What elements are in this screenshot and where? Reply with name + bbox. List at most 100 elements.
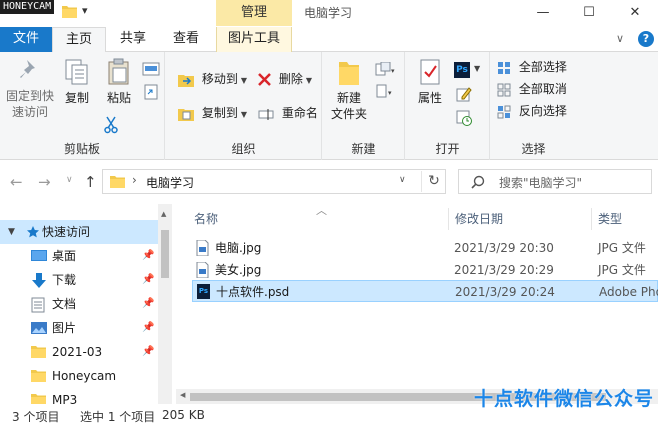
rename-button[interactable]: 重命名 (258, 102, 318, 124)
select-none-label: 全部取消 (518, 82, 567, 96)
search-box[interactable]: 搜索"电脑学习" (458, 169, 652, 194)
close-button[interactable]: ✕ (612, 0, 658, 26)
folder-icon (31, 370, 46, 382)
tab-share[interactable]: 共享 (108, 27, 158, 52)
select-none-icon (497, 83, 511, 96)
address-bar[interactable]: › 电脑学习 ∨ ↻ (102, 169, 446, 194)
nav-label-pictures: 图片 (52, 321, 77, 335)
status-selected-count: 选中 1 个项目 (80, 410, 156, 424)
honeycam-badge: HONEYCAM (0, 0, 55, 14)
nav-item-honeycam[interactable]: Honeycam (0, 364, 158, 388)
column-divider[interactable] (448, 208, 449, 230)
sort-ascending-icon: ︿ (316, 204, 327, 217)
download-icon (32, 273, 46, 288)
rename-label: 重命名 (281, 106, 318, 120)
file-row[interactable]: 美女.jpg 2021/3/29 20:29 JPG 文件 (192, 259, 658, 281)
nav-item-pictures[interactable]: 图片 📌 (0, 316, 158, 340)
quick-access-folder-icon[interactable] (62, 5, 77, 18)
jpg-file-icon (196, 262, 209, 278)
navpane-scrollbar[interactable]: ▲ (158, 204, 172, 404)
copy-button[interactable]: 复制 (58, 58, 96, 106)
nav-item-2021-03[interactable]: 2021-03 📌 (0, 340, 158, 364)
group-label-organize: 组织 (231, 142, 256, 156)
nav-label-quick-access: 快速访问 (42, 225, 91, 239)
photoshop-open-icon[interactable]: Ps (454, 62, 470, 78)
group-label-clipboard: 剪贴板 (63, 142, 100, 156)
edit-icon[interactable] (456, 86, 472, 102)
easy-access-icon[interactable]: ▾ (375, 84, 395, 98)
minimize-button[interactable]: — (520, 0, 566, 26)
pin-quick-access-button[interactable]: 固定到快 速访问 (4, 58, 56, 120)
tab-picture-tools[interactable]: 图片工具 (216, 27, 292, 52)
expand-chevron-icon[interactable]: ▼ (8, 220, 15, 244)
tab-file[interactable]: 文件 (0, 27, 52, 52)
properties-button[interactable]: 属性 (412, 58, 448, 106)
invert-selection-button[interactable]: 反向选择 (497, 100, 567, 122)
ribbon-collapse-icon[interactable]: ∨ (616, 32, 624, 45)
copy-path-icon[interactable] (142, 62, 160, 76)
column-divider[interactable] (591, 208, 592, 230)
pinned-icon: 📌 (142, 346, 155, 357)
navigation-pane: ▼ 快速访问 桌面 📌 下载 📌 文档 📌 图片 📌 2021-03 📌 Hon… (0, 204, 172, 404)
new-item-icon[interactable]: ▾ (375, 62, 395, 76)
new-folder-button[interactable]: 新建 文件夹 (327, 58, 371, 122)
recent-locations-icon[interactable]: ∨ (66, 175, 73, 185)
move-to-icon (178, 74, 194, 87)
navpane-scroll-thumb[interactable] (161, 230, 169, 278)
address-separator-icon[interactable]: › (132, 173, 137, 187)
delete-button[interactable]: 删除 ▼ (258, 68, 312, 90)
group-label-select: 选择 (521, 142, 546, 156)
back-arrow-icon[interactable]: ← (10, 173, 23, 191)
nav-item-mp3[interactable]: MP3 (0, 388, 158, 404)
address-dropdown-icon[interactable]: ∨ (399, 175, 406, 185)
tab-home[interactable]: 主页 (52, 27, 106, 53)
address-path[interactable]: 电脑学习 (146, 174, 194, 191)
rename-icon (258, 108, 274, 120)
nav-item-quick-access[interactable]: ▼ 快速访问 (0, 220, 158, 244)
column-header-date[interactable]: 修改日期 (455, 208, 503, 230)
column-header-type[interactable]: 类型 (598, 208, 622, 230)
nav-item-desktop[interactable]: 桌面 📌 (0, 244, 158, 268)
copy-to-button[interactable]: 复制到 ▼ (178, 102, 247, 124)
file-row-selected[interactable]: Ps 十点软件.psd 2021/3/29 20:24 Adobe Photos… (192, 280, 658, 302)
nav-label-downloads: 下载 (52, 273, 77, 287)
tab-manage[interactable]: 管理 (216, 0, 292, 26)
scroll-left-icon[interactable]: ◀ (180, 391, 185, 399)
maximize-button[interactable]: ☐ (566, 0, 612, 26)
search-icon (471, 175, 485, 189)
select-none-button[interactable]: 全部取消 (497, 78, 567, 100)
paste-label: 粘贴 (106, 91, 131, 105)
status-selected-size: 205 KB (162, 408, 205, 422)
help-icon[interactable]: ? (638, 31, 654, 47)
jpg-file-icon (196, 240, 209, 256)
up-arrow-icon[interactable]: ↑ (84, 173, 97, 191)
properties-label: 属性 (417, 91, 442, 105)
nav-label-documents: 文档 (52, 297, 77, 311)
group-label-open: 打开 (435, 142, 460, 156)
open-dropdown-icon[interactable]: ▼ (474, 64, 480, 73)
select-all-label: 全部选择 (518, 60, 567, 74)
paste-icon (108, 58, 129, 85)
cut-icon[interactable] (104, 116, 118, 134)
refresh-icon[interactable]: ↻ (421, 171, 446, 192)
paste-button[interactable]: 粘贴 (100, 58, 138, 106)
column-header-name[interactable]: 名称 (194, 208, 218, 230)
tab-view[interactable]: 查看 (160, 27, 212, 52)
file-row[interactable]: 电脑.jpg 2021/3/29 20:30 JPG 文件 (192, 237, 658, 259)
scroll-up-icon[interactable]: ▲ (161, 210, 166, 218)
nav-item-documents[interactable]: 文档 📌 (0, 292, 158, 316)
file-name: 十点软件.psd (216, 285, 290, 299)
history-icon[interactable] (456, 110, 472, 126)
invert-selection-icon (497, 105, 511, 118)
file-type: Adobe Photoshop (599, 285, 658, 299)
file-date: 2021/3/29 20:24 (455, 285, 555, 299)
select-all-button[interactable]: 全部选择 (497, 56, 567, 78)
move-to-button[interactable]: 移动到 ▼ (178, 68, 247, 90)
forward-arrow-icon[interactable]: → (38, 173, 51, 191)
quick-access-dropdown-icon[interactable]: ▾ (82, 4, 88, 17)
nav-label-honeycam: Honeycam (52, 369, 117, 383)
paste-shortcut-icon[interactable] (144, 84, 158, 100)
group-open: 属性 Ps ▼ 打开 (406, 52, 490, 160)
nav-item-downloads[interactable]: 下载 📌 (0, 268, 158, 292)
copy-icon (65, 59, 88, 85)
